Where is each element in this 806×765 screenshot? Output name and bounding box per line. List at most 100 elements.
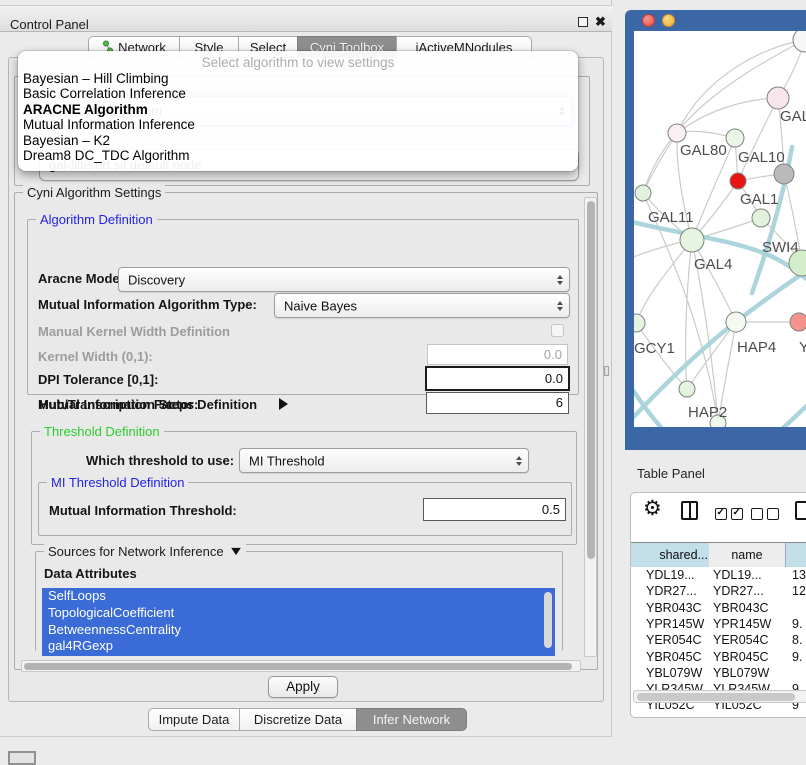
node-label: HAP2 <box>688 404 727 421</box>
table-cell: YDR27... <box>646 584 697 598</box>
panel-splitter-handle[interactable] <box>604 366 609 376</box>
sources-group-title: Sources for Network Inference <box>48 544 224 559</box>
algorithm-option[interactable]: Dream8 DC_TDC Algorithm <box>18 148 578 163</box>
table-column-header[interactable] <box>786 543 806 567</box>
network-view-window[interactable]: GALGAL80GAL10GAL1GAL11SWI4GAL4GCY1HAP4YH… <box>625 10 806 450</box>
select-all-icon[interactable] <box>715 507 743 525</box>
settings-group-title: Cyni Algorithm Settings <box>23 185 165 200</box>
control-panel-title: Control Panel <box>10 17 89 32</box>
table-row[interactable]: YBR045CYBR045C9. <box>631 650 806 666</box>
settings-vertical-scrollbar[interactable] <box>584 197 597 657</box>
table-row[interactable]: YDR27...YDR27...12 <box>631 584 806 600</box>
threshold-definition-title: Threshold Definition <box>40 424 164 439</box>
table-column-header[interactable]: name <box>709 543 786 567</box>
table-row[interactable]: YPR145WYPR145W9. <box>631 617 806 633</box>
table-cell: YBL079W <box>646 666 702 680</box>
algorithm-option[interactable]: ARACNE Algorithm <box>18 102 578 117</box>
network-node[interactable] <box>774 164 794 184</box>
data-attributes-list[interactable]: SelfLoopsTopologicalCoefficientBetweenne… <box>42 588 555 656</box>
table-row[interactable]: YDL19...YDL19...13 <box>631 568 806 584</box>
table-cell: YBL079W <box>713 666 769 680</box>
combo-stepper-icon <box>557 275 563 285</box>
network-node[interactable] <box>635 185 651 201</box>
mi-type-label: Mutual Information Algorithm Type: <box>38 297 257 312</box>
deselect-all-icon[interactable] <box>751 507 779 525</box>
attribute-item[interactable]: TopologicalCoefficient <box>42 605 555 622</box>
desktop: { "control_panel": { "title": "Control P… <box>0 0 806 762</box>
algorithm-definition-title: Algorithm Definition <box>36 212 157 227</box>
table-cell: 9. <box>792 617 802 631</box>
network-node[interactable] <box>679 381 695 397</box>
mi-threshold-input[interactable]: 0.5 <box>423 498 566 521</box>
network-node[interactable] <box>790 313 806 331</box>
table-cell: YDL19... <box>646 568 695 582</box>
network-node[interactable] <box>726 312 746 332</box>
attributes-scrollbar-thumb[interactable] <box>544 592 552 648</box>
settings-vertical-scrollbar-thumb[interactable] <box>587 201 595 559</box>
mi-type-combobox[interactable]: Naive Bayes <box>274 293 570 318</box>
settings-horizontal-scrollbar[interactable] <box>21 660 581 672</box>
network-canvas[interactable]: GALGAL80GAL10GAL1GAL11SWI4GAL4GCY1HAP4YH… <box>634 31 806 427</box>
manual-kernel-checkbox[interactable] <box>551 324 564 337</box>
network-node[interactable] <box>668 124 686 142</box>
minimized-panel-icon[interactable] <box>8 751 36 765</box>
algorithm-option[interactable]: Basic Correlation Inference <box>18 86 578 101</box>
table-row[interactable]: YER054CYER054C8. <box>631 633 806 649</box>
which-threshold-combobox[interactable]: MI Threshold <box>239 448 529 473</box>
expand-arrow-icon[interactable] <box>279 398 288 410</box>
export-table-icon[interactable] <box>795 501 806 520</box>
mi-steps-input[interactable]: 6 <box>426 392 569 414</box>
aracne-mode-combobox[interactable]: Discovery <box>118 267 570 292</box>
network-node[interactable] <box>752 209 770 227</box>
table-row[interactable]: YBR043CYBR043C <box>631 601 806 617</box>
algorithm-option[interactable]: Mutual Information Inference <box>18 117 578 132</box>
control-panel: Control Panel ✖ Network Style Select Cyn… <box>0 0 612 737</box>
dpi-tolerance-input[interactable]: 0.0 <box>425 366 570 391</box>
algorithm-option[interactable]: Bayesian – K2 <box>18 133 578 148</box>
table-panel-title: Table Panel <box>637 466 705 481</box>
table-cell: YER054C <box>713 633 769 647</box>
attribute-item[interactable]: SelfLoops <box>42 588 555 605</box>
network-node[interactable] <box>793 31 806 52</box>
table-cell: YPR145W <box>713 617 771 631</box>
network-node[interactable] <box>726 129 744 147</box>
float-panel-icon[interactable] <box>578 17 588 27</box>
network-edge <box>643 133 677 193</box>
combo-stepper-icon <box>557 301 563 311</box>
algorithm-dropdown-list: Select algorithm to view settings Bayesi… <box>18 51 578 171</box>
network-node[interactable] <box>730 173 746 189</box>
table-cell: 12 <box>792 584 806 598</box>
table-header-row: shared...name <box>631 543 806 567</box>
mi-threshold-group-title: MI Threshold Definition <box>47 475 188 490</box>
collapse-arrow-icon[interactable] <box>231 548 241 555</box>
network-node[interactable] <box>767 87 789 109</box>
window-close-icon[interactable] <box>642 14 655 27</box>
window-zoom-icon[interactable] <box>682 14 695 27</box>
table-cell: 9. <box>792 650 802 664</box>
node-label: GCY1 <box>634 340 675 357</box>
kernel-width-input[interactable]: 0.0 <box>427 344 568 365</box>
window-minimize-icon[interactable] <box>662 14 675 27</box>
node-label: GAL4 <box>694 256 732 273</box>
settings-horizontal-scrollbar-thumb[interactable] <box>24 663 572 670</box>
gear-icon[interactable]: ⚙ <box>643 498 662 520</box>
algorithm-option[interactable]: Bayesian – Hill Climbing <box>18 71 578 86</box>
table-column-header[interactable]: shared... <box>631 543 714 567</box>
data-attributes-label: Data Attributes <box>44 566 137 581</box>
close-panel-icon[interactable]: ✖ <box>595 14 606 30</box>
tab-discretize-data[interactable]: Discretize Data <box>239 708 357 731</box>
network-node[interactable] <box>680 228 704 252</box>
table-row[interactable]: YBL079W YBL079W <box>631 666 806 682</box>
column-chooser-icon[interactable] <box>681 501 698 520</box>
network-node[interactable] <box>634 314 645 332</box>
which-threshold-label: Which threshold to use: <box>86 453 234 468</box>
tab-impute-data[interactable]: Impute Data <box>148 708 240 731</box>
apply-button[interactable]: Apply <box>268 676 338 698</box>
combo-stepper-icon <box>516 456 522 466</box>
tab-infer-network[interactable]: Infer Network <box>356 708 467 731</box>
attribute-item[interactable]: BetweennessCentrality <box>42 622 555 639</box>
table-horizontal-scrollbar-thumb[interactable] <box>637 693 795 701</box>
attribute-item[interactable]: gal4RGexp <box>42 638 555 655</box>
table-horizontal-scrollbar[interactable] <box>633 690 806 703</box>
mi-threshold-label: Mutual Information Threshold: <box>49 503 237 518</box>
